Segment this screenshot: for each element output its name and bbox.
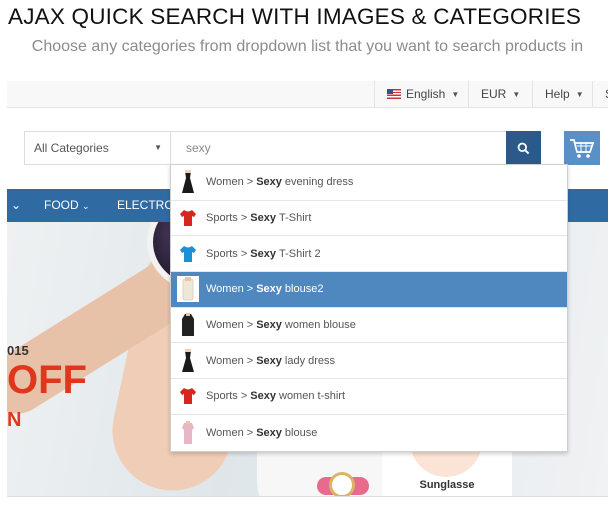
suggestion-item[interactable]: Women > Sexy lady dress	[171, 343, 567, 380]
suggestion-match: Sexy	[250, 212, 276, 225]
black-blouse-icon	[177, 312, 199, 338]
chevron-down-icon: ⌄	[82, 201, 90, 211]
language-label: English	[406, 87, 446, 101]
suggestion-item[interactable]: Women > Sexy blouse	[171, 415, 567, 451]
watch-image	[329, 472, 355, 496]
currency-label: EUR	[481, 87, 507, 101]
banner-year: 015	[7, 343, 29, 358]
chevron-down-icon: ▼	[154, 143, 162, 152]
suggestion-category: Sports	[206, 247, 238, 260]
red-tshirt-icon	[177, 383, 199, 409]
suggestion-separator: >	[240, 212, 248, 225]
white-blouse-icon	[177, 276, 199, 303]
chevron-down-icon: ▼	[512, 90, 521, 99]
suggestion-match: Sexy	[250, 390, 276, 403]
suggestion-match: Sexy	[250, 247, 276, 260]
suggestion-category: Sports	[206, 212, 238, 225]
suggestion-separator: >	[246, 283, 254, 296]
help-menu[interactable]: Help ▼	[532, 81, 592, 107]
suggestion-separator: >	[240, 247, 248, 260]
topbar-cut-label: S	[605, 87, 608, 101]
suggestion-match: Sexy	[256, 176, 282, 189]
search-input[interactable]	[170, 131, 507, 165]
suggestion-rest: T-Shirt 2	[279, 247, 321, 260]
language-selector[interactable]: English ▼	[374, 81, 463, 107]
help-label: Help	[545, 87, 570, 101]
store-screenshot: English ▼ EUR ▼ Help ▼ S All Categories ▼	[7, 81, 608, 497]
suggestion-category: Women	[206, 176, 244, 189]
us-flag-icon	[387, 89, 401, 99]
red-tshirt-icon	[177, 205, 199, 231]
nav-prev-chevron-icon[interactable]: ⌄	[11, 189, 21, 222]
cart-button[interactable]	[564, 131, 600, 165]
page-subtitle: Choose any categories from dropdown list…	[31, 38, 584, 55]
suggestion-item[interactable]: Women > Sexy evening dress	[171, 165, 567, 201]
suggestion-rest: blouse	[284, 426, 318, 439]
pink-blouse-icon	[177, 420, 199, 446]
suggestion-rest: lady dress	[284, 354, 336, 367]
suggestion-match: Sexy	[256, 354, 282, 367]
search-button[interactable]	[506, 131, 541, 165]
category-dropdown[interactable]: All Categories ▼	[24, 131, 171, 165]
category-selected-label: All Categories	[34, 141, 109, 155]
suggestion-item-active[interactable]: Women > Sexy blouse2	[171, 272, 567, 308]
topbar-cut-item[interactable]: S	[592, 81, 608, 107]
nav-item-label: FOOD	[44, 198, 79, 212]
page-title: AJAX QUICK SEARCH WITH IMAGES & CATEGORI…	[8, 4, 582, 29]
suggestion-separator: >	[246, 426, 254, 439]
suggestion-match: Sexy	[256, 426, 282, 439]
suggestion-category: Sports	[206, 390, 238, 403]
suggestion-separator: >	[246, 176, 254, 189]
suggestion-rest: women t-shirt	[279, 390, 346, 403]
suggestion-item[interactable]: Sports > Sexy women t-shirt	[171, 379, 567, 415]
suggestion-item[interactable]: Women > Sexy women blouse	[171, 308, 567, 344]
banner-promo: OFF	[7, 358, 87, 402]
suggestion-rest: blouse2	[284, 283, 324, 296]
nav-item-label: ELECTRO	[117, 198, 174, 212]
banner-promo-sub: N	[7, 409, 22, 431]
search-suggestions: Women > Sexy evening dress Sports > Sexy T-S…	[170, 164, 568, 452]
top-bar: English ▼ EUR ▼ Help ▼ S	[7, 81, 608, 108]
suggestion-separator: >	[240, 390, 248, 403]
search-icon	[517, 142, 530, 154]
suggestion-item[interactable]: Sports > Sexy T-Shirt 2	[171, 236, 567, 273]
chevron-down-icon: ▼	[575, 90, 584, 99]
suggestion-rest: T-Shirt	[279, 212, 312, 225]
product-label: Sunglasse	[419, 479, 475, 491]
suggestion-match: Sexy	[256, 319, 282, 332]
suggestion-match: Sexy	[256, 283, 282, 296]
chevron-down-icon: ▼	[451, 90, 460, 99]
black-dress-icon	[177, 169, 199, 195]
nav-item-electro[interactable]: ELECTRO	[117, 189, 174, 222]
suggestion-category: Women	[206, 354, 244, 367]
suggestion-category: Women	[206, 283, 244, 296]
shopping-cart-icon	[570, 139, 595, 158]
suggestion-item[interactable]: Sports > Sexy T-Shirt	[171, 201, 567, 237]
suggestion-category: Women	[206, 426, 244, 439]
suggestion-rest: evening dress	[284, 176, 354, 189]
suggestion-rest: women blouse	[284, 319, 356, 332]
currency-selector[interactable]: EUR ▼	[468, 81, 532, 107]
blue-tshirt-icon	[177, 241, 199, 267]
suggestion-separator: >	[246, 319, 254, 332]
suggestion-separator: >	[246, 354, 254, 367]
black-dress-icon	[177, 348, 199, 374]
suggestion-category: Women	[206, 319, 244, 332]
nav-item-food[interactable]: FOOD ⌄	[44, 189, 90, 222]
